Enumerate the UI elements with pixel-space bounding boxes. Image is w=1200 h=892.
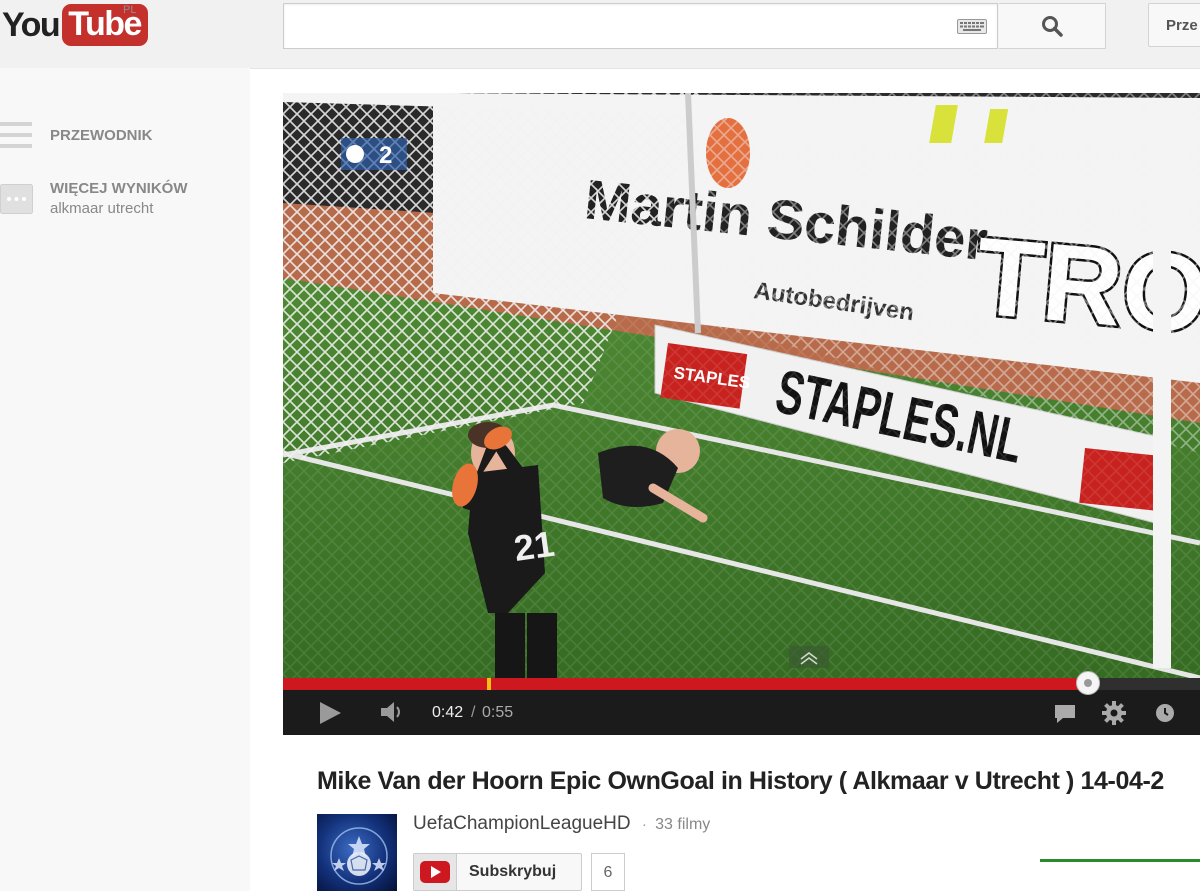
channel-dot: · <box>641 816 647 833</box>
volume-icon[interactable] <box>379 700 405 724</box>
youtube-logo[interactable]: You Tube PL <box>2 4 148 46</box>
guide-item-label: PRZEWODNIK <box>50 127 153 144</box>
masthead: You Tube PL Prze <box>0 0 1200 69</box>
guide-item-sublabel: alkmaar utrecht <box>50 200 154 217</box>
search-input[interactable] <box>283 3 998 49</box>
search-icon <box>1042 16 1063 37</box>
subscribe-button[interactable]: Subskrybuj <box>413 853 582 891</box>
progress-played <box>283 678 1088 690</box>
more-results-icon <box>0 184 33 214</box>
like-ratio-bar <box>1040 859 1200 862</box>
guide-item-przewodnik[interactable]: PRZEWODNIK <box>0 118 250 154</box>
guide-menu-icon <box>0 122 32 148</box>
guide-sidebar: PRZEWODNIK WIĘCEJ WYNIKÓW alkmaar utrech… <box>0 68 250 891</box>
scoreboard-score: 2 <box>379 142 392 169</box>
jersey-number: 21 <box>511 523 556 569</box>
search-button[interactable] <box>999 3 1106 49</box>
current-time: 0:42 <box>432 704 464 721</box>
keyboard-icon[interactable] <box>957 19 987 34</box>
subscribe-label: Subskrybuj <box>469 863 557 880</box>
expand-icon[interactable] <box>789 646 829 668</box>
captions-icon[interactable] <box>1053 703 1077 725</box>
channel-name[interactable]: UefaChampionLeagueHD <box>413 813 631 834</box>
video-player[interactable]: Martin Schilder Autobedrijven TROT STAPL… <box>283 93 1200 678</box>
guide-item-label: WIĘCEJ WYNIKÓW <box>50 180 188 197</box>
video-title: Mike Van der Hoorn Epic OwnGoal in Histo… <box>317 767 1164 795</box>
time-separator: / <box>471 704 476 721</box>
champions-league-logo <box>330 827 388 885</box>
progress-marker <box>487 678 491 690</box>
video-frame: Martin Schilder Autobedrijven TROT STAPL… <box>283 93 1200 678</box>
subscriber-count: 6 <box>591 853 625 891</box>
upload-button[interactable]: Prze <box>1148 3 1200 47</box>
play-icon[interactable] <box>317 700 343 726</box>
youtube-play-icon <box>420 861 450 883</box>
logo-you: You <box>2 5 61 44</box>
channel-avatar[interactable] <box>317 814 397 891</box>
control-bar: 0:42 / 0:55 <box>283 690 1200 735</box>
player-controls: 0:42 / 0:55 <box>283 671 1200 735</box>
channel-video-count[interactable]: 33 filmy <box>655 816 710 833</box>
channel-info: UefaChampionLeagueHD · 33 filmy <box>413 813 710 835</box>
watch-later-icon[interactable] <box>1155 703 1175 723</box>
subscribe-icon-box <box>414 854 457 890</box>
scoreboard-overlay: 2 <box>341 138 407 170</box>
duration: 0:55 <box>482 704 514 721</box>
search-field[interactable] <box>294 12 938 40</box>
progress-bar[interactable] <box>283 671 1200 695</box>
logo-region: PL <box>123 4 137 16</box>
settings-icon[interactable] <box>1101 700 1127 726</box>
guide-item-more-results[interactable]: WIĘCEJ WYNIKÓW alkmaar utrecht <box>0 176 250 220</box>
